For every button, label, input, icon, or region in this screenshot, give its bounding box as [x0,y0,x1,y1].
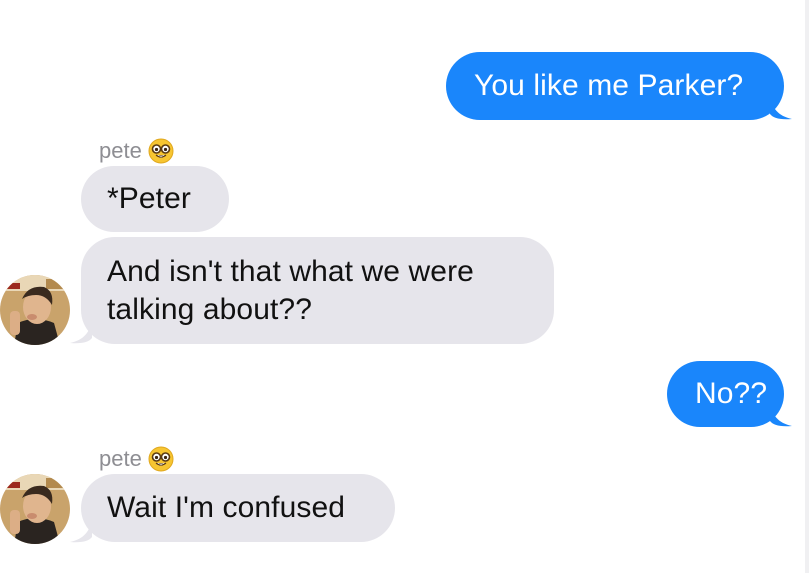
sender-name: pete [99,138,142,163]
sender-name: pete [99,446,142,471]
nerd-face-emoji-icon [148,446,174,472]
message-text: *Peter [107,182,191,215]
contact-photo-icon [0,275,70,345]
message-text-line: talking about?? [107,292,312,326]
message-text-line: And isn't that what we were [107,254,474,288]
incoming-message-bubble[interactable]: And isn't that what we were talking abou… [81,237,554,344]
bubble-tail-icon [70,519,92,543]
window-edge [805,0,809,573]
contact-photo-icon [0,474,70,544]
message-text: You like me Parker? [474,69,744,102]
contact-avatar[interactable] [0,474,70,544]
incoming-message-bubble[interactable]: Wait I'm confused [81,474,395,542]
bubble-tail-icon [770,403,792,427]
incoming-message-bubble[interactable]: *Peter [81,166,229,232]
sender-label: pete [99,445,174,473]
contact-avatar[interactable] [0,275,70,345]
bubble-tail-icon [770,96,792,120]
message-text: Wait I'm confused [107,491,346,524]
outgoing-message-bubble[interactable]: No?? [667,361,784,427]
bubble-tail-icon [70,320,92,344]
message-text: No?? [695,377,768,410]
nerd-face-emoji-icon [148,138,174,164]
outgoing-message-bubble[interactable]: You like me Parker? [446,52,784,120]
message-thread: You like me Parker? pete *Peter And isn'… [0,0,809,573]
sender-label: pete [99,137,174,165]
